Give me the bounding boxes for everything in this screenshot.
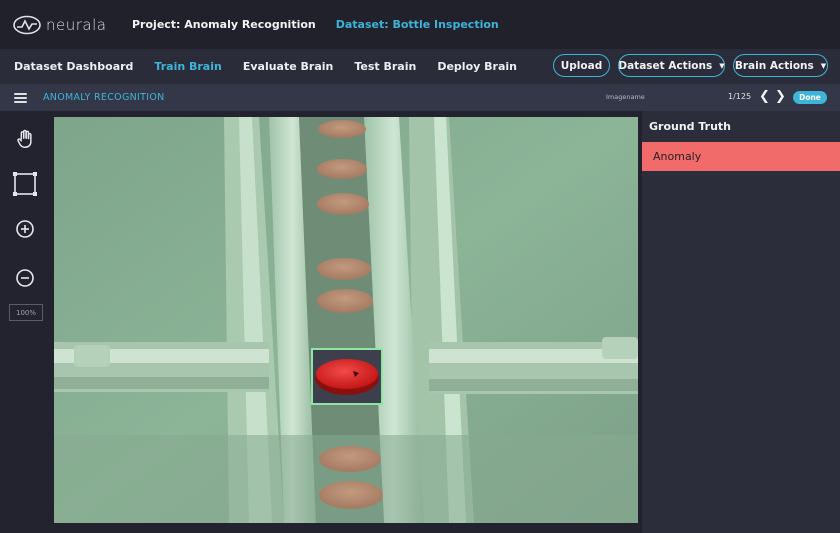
panel-title: Ground Truth — [649, 120, 732, 133]
logo-text: neurala — [46, 15, 107, 34]
menu-icon[interactable] — [14, 92, 27, 103]
caret-down-icon: ▼ — [820, 61, 827, 70]
hand-icon — [17, 129, 32, 148]
top-bar: neurala Project: Anomaly Recognition Dat… — [0, 0, 840, 49]
zoom-in-button[interactable] — [12, 216, 38, 242]
rectangle-select-icon — [13, 172, 37, 196]
done-button[interactable]: Done — [793, 91, 827, 104]
dataset-title[interactable]: Dataset: Bottle Inspection — [336, 18, 499, 31]
zoom-in-icon — [16, 220, 34, 238]
zoom-level-field[interactable]: 100% — [9, 304, 43, 321]
project-title: Project: Anomaly Recognition — [132, 18, 316, 31]
upload-button-label: Upload — [560, 59, 603, 72]
logo[interactable]: neurala — [12, 15, 112, 35]
neurala-logo-icon — [13, 15, 41, 34]
brain-actions-label: Brain Actions — [734, 59, 814, 72]
zoom-out-icon — [16, 269, 34, 287]
nav-train-brain[interactable]: Train Brain — [154, 60, 221, 73]
rectangle-tool-button[interactable] — [12, 171, 38, 197]
done-button-label: Done — [799, 93, 821, 102]
tool-sidebar: 100% — [0, 111, 50, 533]
dataset-actions-label: Dataset Actions — [618, 59, 713, 72]
pan-tool-button[interactable] — [12, 126, 38, 152]
nav-bar: Dataset Dashboard Train Brain Evaluate B… — [0, 49, 840, 84]
app-window: neurala Project: Anomaly Recognition Dat… — [0, 0, 840, 533]
dataset-actions-button[interactable]: Dataset Actions ▼ — [618, 54, 725, 77]
zoom-out-button[interactable] — [12, 265, 38, 291]
inspection-image — [54, 117, 638, 523]
upload-button[interactable]: Upload — [553, 54, 610, 77]
nav-evaluate-brain[interactable]: Evaluate Brain — [243, 60, 334, 73]
next-image-icon[interactable]: ❯ — [775, 89, 786, 105]
brain-actions-button[interactable]: Brain Actions ▼ — [733, 54, 828, 77]
sub-bar: ANOMALY RECOGNITION Imagename 1/125 ❮ ❯ … — [0, 84, 840, 111]
label-item-text: Anomaly — [653, 150, 702, 163]
sub-title: ANOMALY RECOGNITION — [43, 92, 165, 103]
label-item-anomaly[interactable]: Anomaly — [642, 142, 840, 171]
previous-image-icon[interactable]: ❮ — [759, 89, 770, 105]
image-name: Imagename — [606, 93, 645, 101]
image-counter: 1/125 — [728, 92, 752, 101]
nav-dataset-dashboard[interactable]: Dataset Dashboard — [14, 60, 133, 73]
nav-deploy-brain[interactable]: Deploy Brain — [437, 60, 517, 73]
nav-buttons: Upload Dataset Actions ▼ Brain Actions ▼ — [545, 54, 828, 77]
nav-test-brain[interactable]: Test Brain — [354, 60, 416, 73]
ground-truth-panel: Ground Truth Anomaly — [642, 111, 840, 533]
caret-down-icon: ▼ — [719, 61, 725, 70]
image-canvas[interactable] — [54, 117, 638, 523]
